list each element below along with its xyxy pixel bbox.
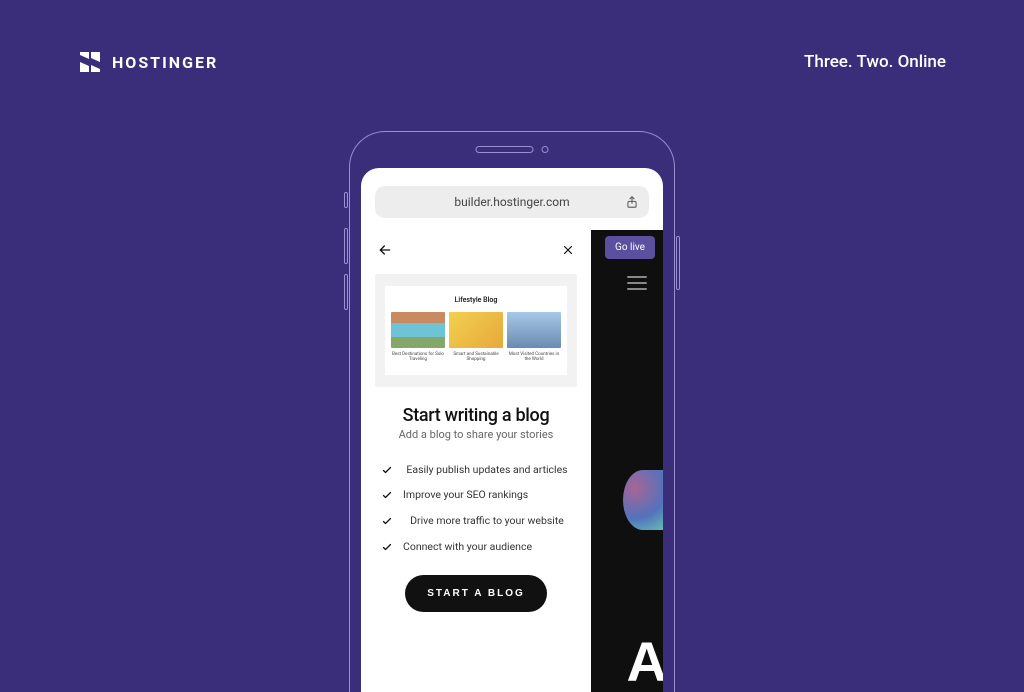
phone-screen: builder.hostinger.com Go live A [361, 168, 663, 692]
speaker-icon [476, 146, 534, 153]
brand-tagline: Three. Two. Online [804, 52, 946, 72]
preview-thumb [507, 312, 561, 348]
benefit-text: Easily publish updates and articles [403, 463, 571, 477]
phone-device: builder.hostinger.com Go live A [349, 131, 675, 692]
go-live-button[interactable]: Go live [605, 236, 655, 259]
phone-side-button [344, 192, 348, 208]
check-icon [381, 489, 393, 501]
page-header: HOSTINGER Three. Two. Online [0, 0, 1024, 74]
phone-side-button [344, 228, 348, 264]
preview-thumb [449, 312, 503, 348]
phone-side-button [344, 274, 348, 310]
hamburger-menu-icon[interactable] [627, 276, 647, 290]
hostinger-logo-icon [78, 50, 102, 74]
preview-thumb [391, 312, 445, 348]
preview-card: Most Visited Countries in the World [507, 312, 561, 365]
brand-name: HOSTINGER [112, 53, 218, 72]
benefit-text: Drive more traffic to your website [403, 514, 571, 528]
preview-card: Smart and Sustainable Shopping [449, 312, 503, 365]
blog-preview: Lifestyle Blog Best Destinations for Sol… [375, 274, 577, 387]
brand: HOSTINGER [78, 50, 218, 74]
app-viewport: Go live A Lifestyle Blog [361, 230, 663, 692]
preview-caption: Most Visited Countries in the World [507, 352, 561, 363]
preview-caption: Best Destinations for Solo Traveling [391, 352, 445, 363]
preview-title: Lifestyle Blog [391, 296, 561, 304]
back-arrow-icon[interactable] [377, 242, 393, 258]
decorative-letter: A [627, 634, 663, 690]
check-icon [381, 541, 393, 553]
panel-subheading: Add a blog to share your stories [375, 428, 577, 441]
benefit-item: Easily publish updates and articles [381, 463, 571, 477]
panel-heading: Start writing a blog [375, 405, 577, 426]
preview-card: Best Destinations for Solo Traveling [391, 312, 445, 365]
benefit-item: Improve your SEO rankings [381, 488, 571, 502]
phone-notch [476, 146, 549, 153]
blog-onboarding-panel: Lifestyle Blog Best Destinations for Sol… [361, 230, 591, 692]
benefit-item: Connect with your audience [381, 540, 571, 554]
camera-icon [542, 146, 549, 153]
preview-caption: Smart and Sustainable Shopping [449, 352, 503, 363]
start-blog-button[interactable]: START A BLOG [405, 575, 547, 612]
benefit-text: Connect with your audience [403, 540, 571, 554]
close-icon[interactable] [561, 243, 575, 257]
share-icon[interactable] [625, 195, 639, 209]
phone-side-button [676, 236, 680, 290]
url-text: builder.hostinger.com [454, 195, 569, 209]
browser-url-bar[interactable]: builder.hostinger.com [375, 186, 649, 218]
decorative-shape [623, 470, 663, 530]
benefit-text: Improve your SEO rankings [403, 488, 571, 502]
benefit-item: Drive more traffic to your website [381, 514, 571, 528]
benefit-list: Easily publish updates and articles Impr… [375, 463, 577, 554]
check-icon [381, 464, 393, 476]
check-icon [381, 515, 393, 527]
